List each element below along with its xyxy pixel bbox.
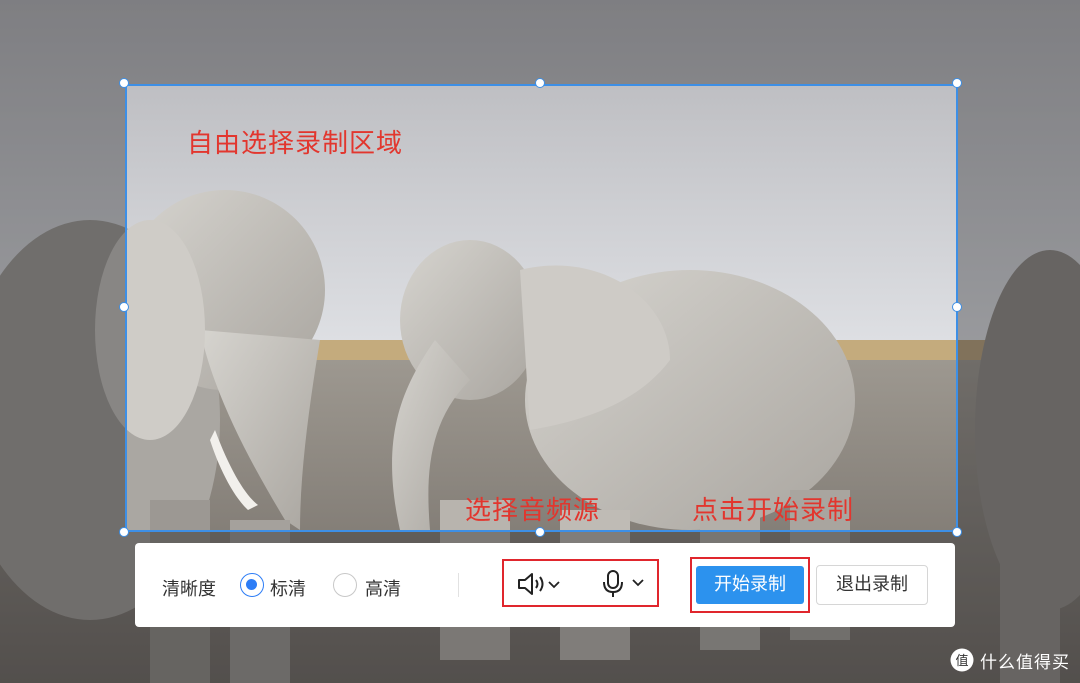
quality-label: 清晰度 [162,579,216,600]
quality-hd-radio[interactable] [333,573,357,597]
resize-handle-left[interactable] [119,302,129,312]
resize-handle-bottom-left[interactable] [119,527,129,537]
chevron-down-icon [632,579,644,587]
annotation-select-audio: 选择音频源 [465,496,601,526]
resize-handle-top-left[interactable] [119,78,129,88]
resize-handle-right[interactable] [952,302,962,312]
start-record-highlight: 开始录制 [690,557,810,613]
annotation-start-record: 点击开始录制 [692,496,855,526]
resize-handle-top[interactable] [535,78,545,88]
svg-text:值: 值 [955,653,968,669]
start-recording-button[interactable]: 开始录制 [696,566,804,604]
toolbar-divider [458,573,459,597]
annotation-select-region: 自由选择录制区域 [187,129,404,159]
speaker-icon [518,573,560,595]
recording-toolbar: 清晰度 标清 高清 开始录制 退出录制 [135,543,955,627]
system-audio-dropdown[interactable] [516,571,568,597]
audio-source-highlight [502,559,659,607]
watermark-logo-icon: 值 [950,648,974,672]
resize-handle-bottom[interactable] [535,527,545,537]
quality-hd-label[interactable]: 高清 [365,575,401,601]
resize-handle-top-right[interactable] [952,78,962,88]
quality-standard-radio[interactable] [240,573,264,597]
exit-recording-button[interactable]: 退出录制 [816,565,928,605]
microphone-icon [603,570,644,597]
quality-standard-label[interactable]: 标清 [270,575,306,601]
watermark-text: 什么值得买 [980,652,1070,673]
watermark: 值 什么值得买 [950,647,1070,673]
chevron-down-icon [548,581,560,589]
resize-handle-bottom-right[interactable] [952,527,962,537]
microphone-dropdown[interactable] [600,569,652,599]
